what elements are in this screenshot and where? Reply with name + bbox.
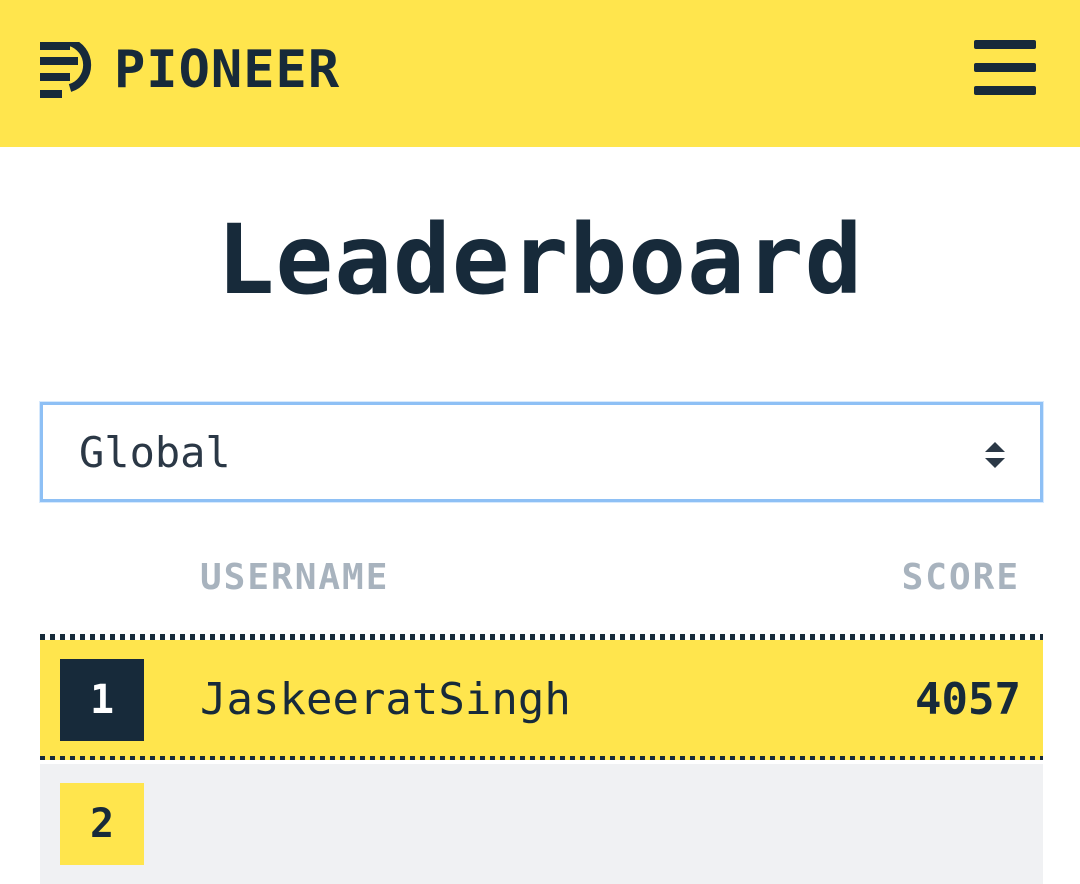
menu-bar-middle <box>974 63 1036 72</box>
pioneer-logo-icon <box>40 42 92 98</box>
leaderboard-scope-select[interactable]: Global <box>40 402 1043 502</box>
column-header-username: USERNAME <box>200 557 390 598</box>
row-score: 4057 <box>915 674 1021 725</box>
table-row[interactable]: 2 <box>40 764 1043 884</box>
row-username: JaskeeratSingh <box>200 674 571 725</box>
row-divider <box>40 756 1043 760</box>
table-row[interactable]: 1 JaskeeratSingh 4057 <box>40 640 1043 760</box>
column-header-score: SCORE <box>901 557 1020 598</box>
rank-badge: 1 <box>60 659 144 741</box>
brand-name: PIONEER <box>114 40 341 100</box>
select-arrows-icon <box>985 442 1005 468</box>
hamburger-menu-button[interactable] <box>968 36 1042 100</box>
hamburger-menu-icon <box>974 40 1036 49</box>
select-value: Global <box>79 428 231 477</box>
menu-bar-bottom <box>974 86 1036 95</box>
page-title: Leaderboard <box>216 204 864 316</box>
brand-logo-link[interactable]: PIONEER <box>40 40 340 100</box>
top-header: PIONEER <box>0 0 1080 147</box>
rank-badge: 2 <box>60 783 144 865</box>
